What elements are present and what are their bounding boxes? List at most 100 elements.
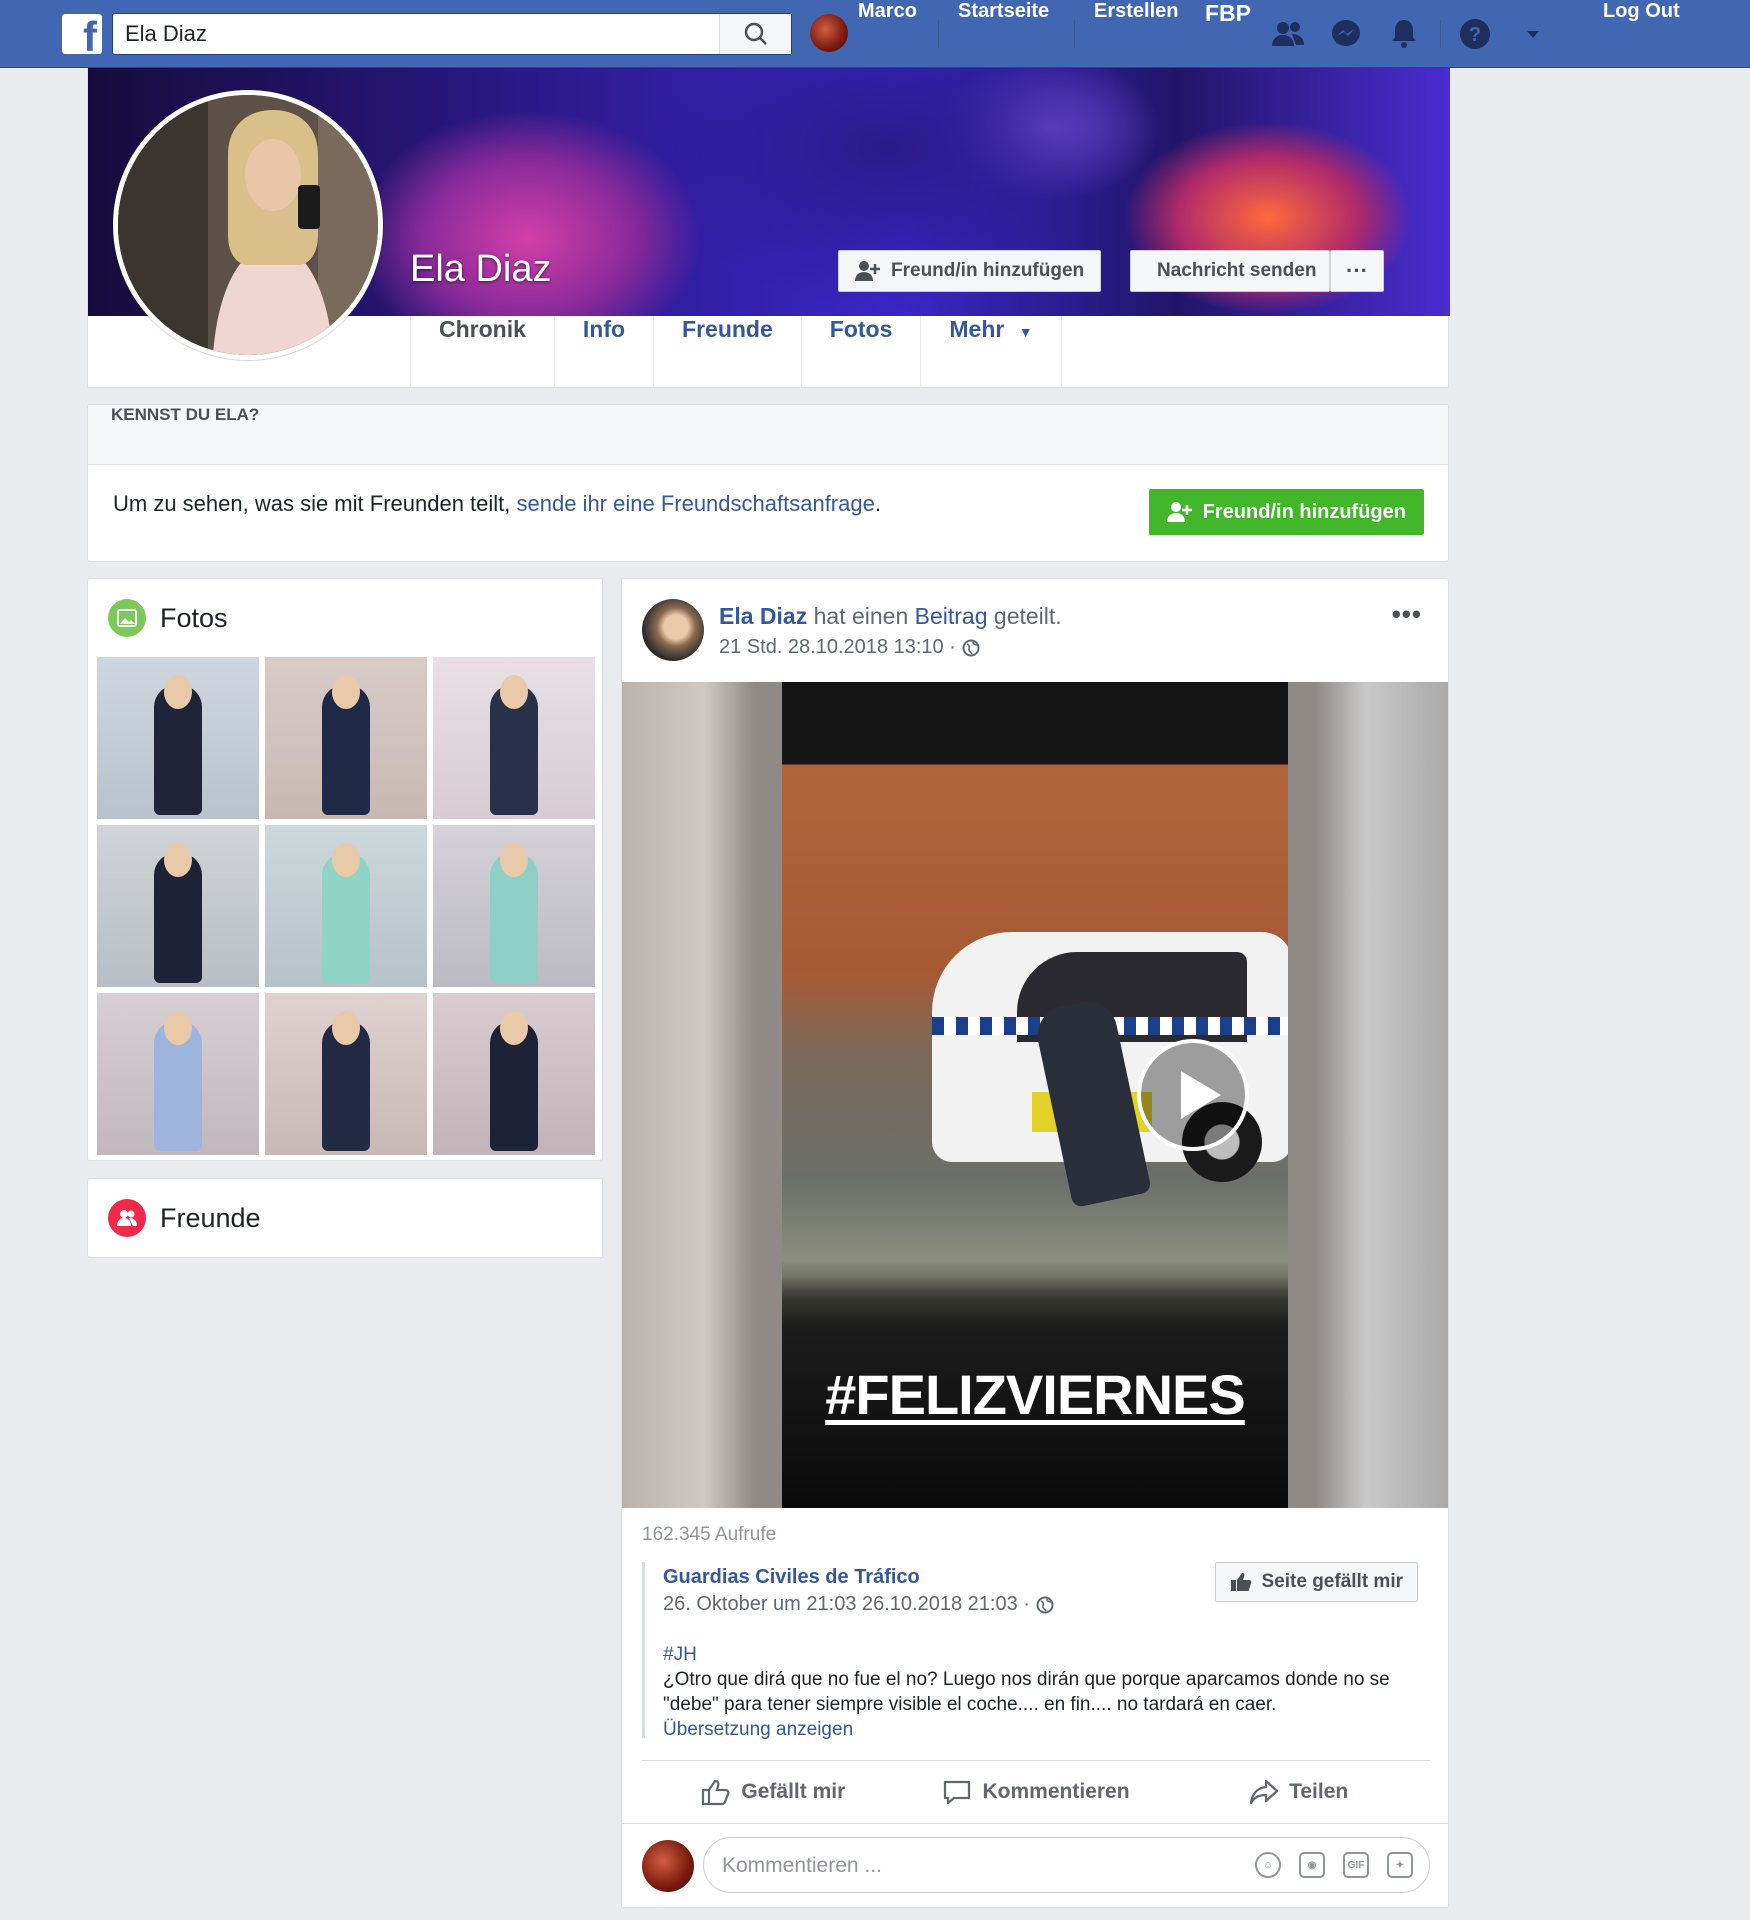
tab-info[interactable]: Info — [553, 316, 653, 388]
send-message-label: Nachricht senden — [1157, 260, 1317, 281]
share-label: Teilen — [1289, 1780, 1349, 1803]
add-friend-green-button[interactable]: Freund/in hinzufügen — [1148, 489, 1424, 535]
friend-requests-icon[interactable] — [1268, 14, 1308, 54]
logout-link[interactable]: Log Out — [1603, 0, 1680, 68]
comment-icon — [944, 1780, 971, 1805]
share-button[interactable]: Teilen — [1167, 1761, 1430, 1823]
tab-more-label: Mehr — [949, 316, 1005, 342]
comment-composer: Kommentieren ... ☺ ◉ GIF ✦ — [622, 1823, 1448, 1907]
friend-request-link[interactable]: sende ihr eine Freundschaftsanfrage — [517, 491, 875, 516]
original-post-date: 26. Oktober um 21:03 26.10.2018 21:03 · — [663, 1593, 1054, 1616]
camera-icon[interactable]: ◉ — [1299, 1852, 1325, 1878]
comment-button[interactable]: Kommentieren — [905, 1761, 1168, 1823]
photos-card: Fotos — [87, 578, 603, 1161]
top-navigation-bar: f Marco Startseite Erstellen FBP ? Log O… — [0, 0, 1750, 68]
like-page-label: Seite gefällt mir — [1261, 1571, 1404, 1592]
caret-down-icon: ▼ — [1018, 324, 1033, 340]
post-options-button[interactable]: ••• — [1392, 599, 1422, 630]
photo-thumbnail[interactable] — [265, 657, 427, 819]
original-page-link[interactable]: Guardias Civiles de Tráfico — [663, 1566, 920, 1589]
account-menu-chevron-down-icon[interactable] — [1513, 14, 1553, 54]
post-time[interactable]: 21 Std. 28.10.2018 13:10 · — [719, 636, 956, 659]
fbp-link[interactable]: FBP — [1205, 0, 1251, 68]
public-globe-icon — [962, 639, 980, 656]
tab-more[interactable]: Mehr ▼ — [920, 316, 1062, 388]
post-action-text: hat einen — [807, 603, 915, 629]
user-avatar[interactable] — [810, 14, 848, 52]
create-link[interactable]: Erstellen — [1094, 0, 1178, 68]
nav-divider — [1074, 20, 1075, 48]
video-frame: #FELIZVIERNES — [782, 682, 1288, 1508]
video-player[interactable]: #FELIZVIERNES — [622, 682, 1448, 1508]
thumbs-up-icon — [1230, 1573, 1251, 1591]
commenter-avatar — [642, 1840, 694, 1892]
send-message-button[interactable]: Nachricht senden — [1130, 250, 1330, 292]
profile-name[interactable]: Ela Diaz — [410, 248, 552, 291]
profile-tabs: Chronik Info Freunde Fotos Mehr ▼ — [410, 316, 1062, 388]
photo-thumbnail[interactable] — [433, 657, 595, 819]
help-icon[interactable]: ? — [1455, 14, 1495, 54]
search-icon — [744, 22, 767, 45]
photo-thumbnail[interactable] — [433, 993, 595, 1155]
original-post-time[interactable]: 26. Oktober um 21:03 26.10.2018 21:03 · — [663, 1593, 1030, 1616]
nav-divider — [1440, 20, 1441, 48]
photos-card-header[interactable]: Fotos — [108, 599, 228, 637]
add-friend-icon — [1166, 502, 1192, 522]
profile-link[interactable]: Marco — [858, 0, 917, 68]
friend-suggestion-card: KENNST DU ELA? Um zu sehen, was sie mit … — [87, 404, 1449, 562]
like-button[interactable]: Gefällt mir — [642, 1761, 905, 1823]
show-translation-link[interactable]: Übersetzung anzeigen — [663, 1717, 1423, 1742]
post-author-avatar[interactable] — [642, 599, 704, 661]
view-count: 162.345 Aufrufe — [642, 1524, 777, 1545]
comment-placeholder: Kommentieren ... — [722, 1854, 882, 1877]
photos-card-title: Fotos — [160, 602, 228, 633]
notifications-bell-icon[interactable] — [1384, 14, 1424, 54]
facebook-logo-icon[interactable]: f — [62, 14, 102, 58]
profile-header: Ela Diaz Freund/in hinzufügen Nachricht … — [87, 68, 1450, 388]
gif-icon[interactable]: GIF — [1343, 1852, 1369, 1878]
like-label: Gefällt mir — [741, 1780, 846, 1803]
photo-thumbnail[interactable] — [265, 993, 427, 1155]
tab-photos[interactable]: Fotos — [800, 316, 921, 388]
original-post: Guardias Civiles de Tráfico 26. Oktober … — [642, 1562, 1430, 1740]
original-hashtag[interactable]: #JH — [663, 1642, 1423, 1667]
search-box — [112, 13, 792, 55]
add-friend-green-label: Freund/in hinzufügen — [1202, 500, 1406, 523]
original-post-body: ¿Otro que dirá que no fue el no? Luego n… — [663, 1669, 1390, 1715]
profile-more-options-button[interactable]: ··· — [1330, 250, 1384, 292]
post-timestamp: 21 Std. 28.10.2018 13:10 · — [719, 636, 980, 659]
tab-friends[interactable]: Freunde — [653, 316, 801, 388]
photo-thumbnail[interactable] — [97, 993, 259, 1155]
sticker-icon[interactable]: ✦ — [1387, 1852, 1413, 1878]
original-post-text: #JH ¿Otro que dirá que no fue el no? Lue… — [663, 1642, 1423, 1742]
comment-input[interactable]: Kommentieren ... ☺ ◉ GIF ✦ — [703, 1837, 1430, 1893]
photo-thumbnail[interactable] — [265, 825, 427, 987]
friends-icon — [108, 1199, 146, 1237]
photos-icon — [108, 599, 146, 637]
photo-thumbnail[interactable] — [97, 825, 259, 987]
friend-suggestion-body: Um zu sehen, was sie mit Freunden teilt, — [113, 491, 517, 516]
add-friend-icon — [855, 261, 880, 281]
post-author-link[interactable]: Ela Diaz — [719, 603, 807, 629]
like-page-button[interactable]: Seite gefällt mir — [1214, 1562, 1418, 1602]
photo-thumbnail[interactable] — [433, 825, 595, 987]
search-button[interactable] — [719, 14, 791, 54]
share-arrow-icon — [1250, 1779, 1279, 1805]
emoji-icon[interactable]: ☺ — [1255, 1852, 1281, 1878]
thumbs-up-outline-icon — [702, 1779, 730, 1806]
profile-photo-image — [118, 95, 378, 355]
public-globe-icon — [1036, 1596, 1054, 1613]
shared-post: Ela Diaz hat einen Beitrag geteilt. 21 S… — [621, 578, 1449, 1908]
messenger-icon[interactable] — [1326, 14, 1366, 54]
friends-card: Freunde — [87, 1178, 603, 1258]
post-actions: Gefällt mir Kommentieren Teilen — [642, 1761, 1430, 1823]
profile-picture[interactable] — [113, 90, 383, 360]
search-input[interactable] — [113, 14, 718, 54]
home-link[interactable]: Startseite — [958, 0, 1049, 68]
photo-thumbnail[interactable] — [97, 657, 259, 819]
play-icon[interactable] — [1137, 1039, 1249, 1151]
friends-card-header[interactable]: Freunde — [108, 1199, 261, 1237]
tab-timeline[interactable]: Chronik — [410, 316, 554, 388]
post-link[interactable]: Beitrag — [915, 603, 988, 629]
add-friend-button[interactable]: Freund/in hinzufügen — [838, 250, 1102, 292]
